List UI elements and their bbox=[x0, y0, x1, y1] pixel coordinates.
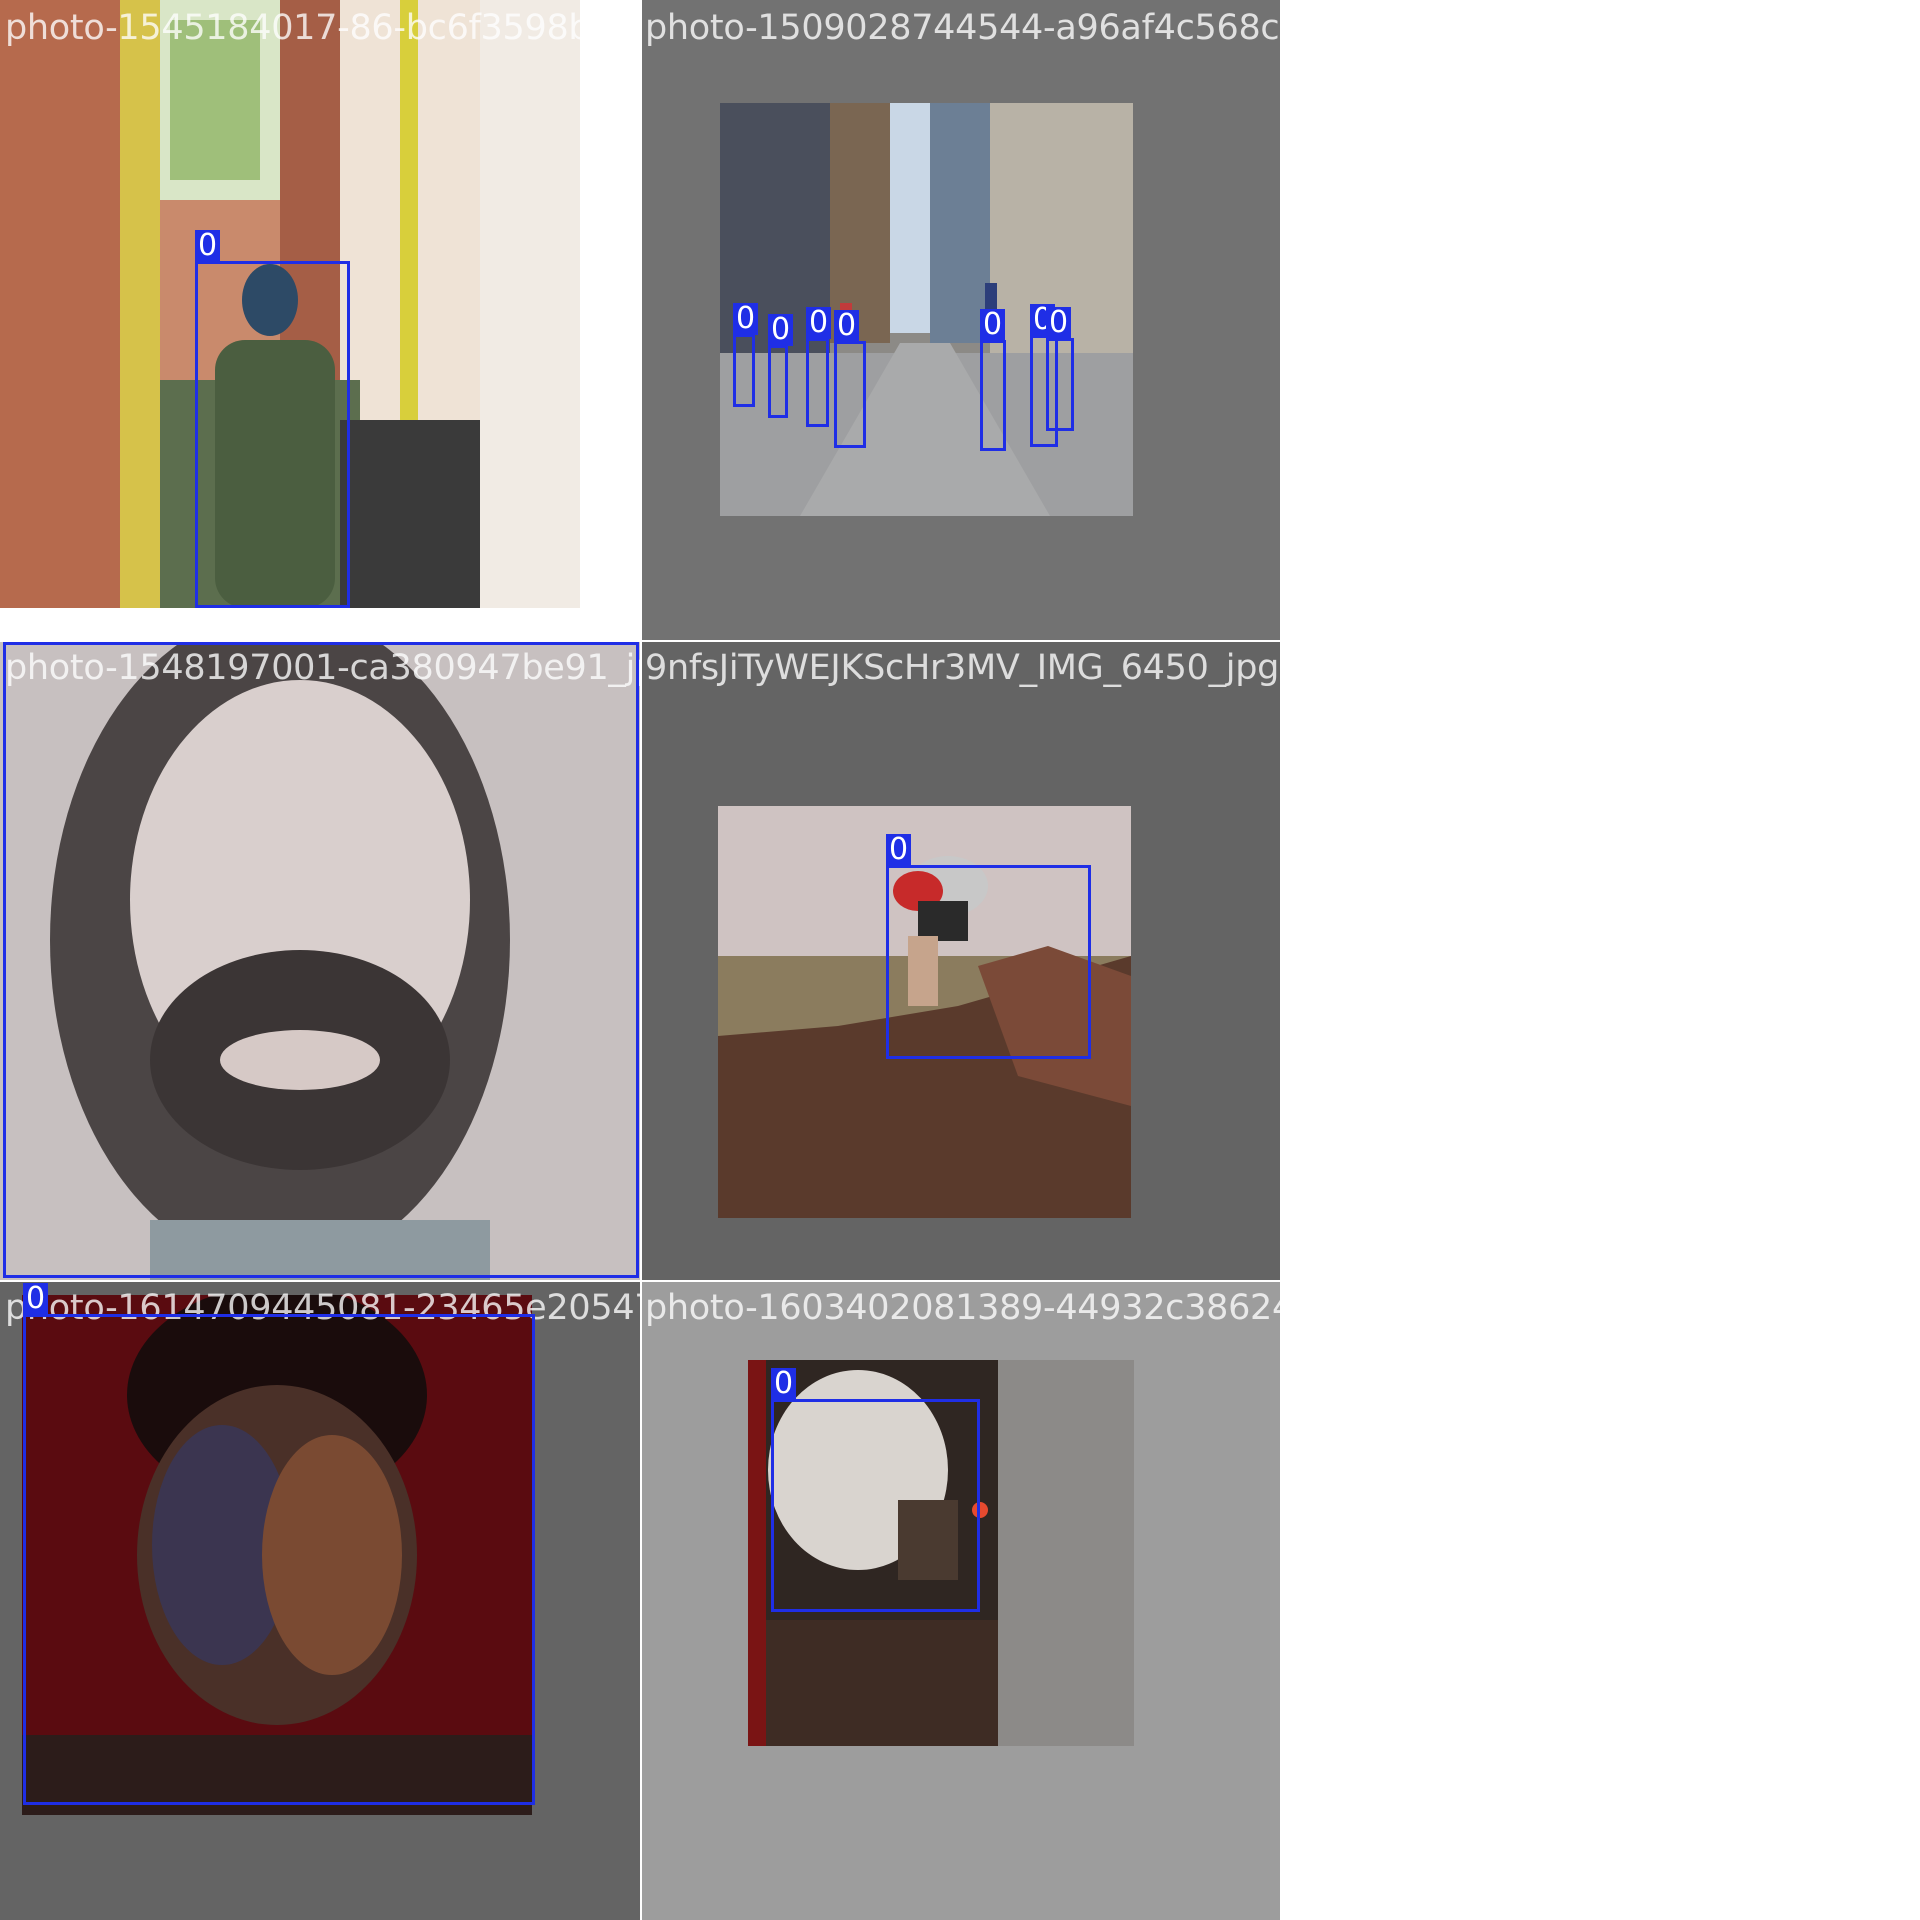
tile-bearded-man: 0 photo-1548197001-ca380947be91_jpg.rf.9… bbox=[0, 640, 640, 1280]
tile-alley: 0 photo-1545184017-86-bc6f3598b776_jpg.r… bbox=[0, 0, 640, 640]
tile-city-street: 0 0 0 0 0 0 0 photo-1509028744544-a96af4… bbox=[640, 0, 1280, 640]
detection-class-label: 0 bbox=[768, 314, 794, 346]
grid-divider bbox=[1280, 0, 1282, 1920]
detection-class-label: 0 bbox=[980, 309, 1006, 341]
detection-box: 0 bbox=[23, 1283, 535, 1805]
detection-class-label: 0 bbox=[886, 834, 912, 866]
detection-class-label: 0 bbox=[1046, 307, 1072, 339]
detection-box: 0 bbox=[1046, 307, 1074, 431]
detection-box: 0 bbox=[886, 834, 1091, 1059]
detection-box: 0 bbox=[768, 314, 794, 418]
detection-box: 0 bbox=[733, 303, 759, 407]
detection-class-label: 0 bbox=[195, 230, 221, 262]
detection-box: 0 bbox=[195, 230, 350, 608]
grid-divider bbox=[0, 1280, 1282, 1282]
tile-portrait: 0 photo-1614709445081-23465e20547_jpg.rf… bbox=[0, 1280, 640, 1920]
detection-class-label: 0 bbox=[806, 307, 832, 339]
detection-box: 0 bbox=[806, 307, 832, 427]
grid-divider bbox=[640, 0, 642, 1920]
detection-box: 0 bbox=[3, 640, 639, 1278]
detection-mosaic: 0 photo-1545184017-86-bc6f3598b776_jpg.r… bbox=[0, 0, 1920, 1920]
detection-box: 0 bbox=[771, 1368, 980, 1612]
tile-rainy-street: 0 photo-1603402081389-44932c386244_jpg.r… bbox=[640, 1280, 1280, 1920]
detection-class-label: 0 bbox=[834, 310, 860, 342]
detection-box: 0 bbox=[834, 310, 866, 448]
detection-class-label: 0 bbox=[23, 1283, 49, 1315]
tile-climber: 0 9nfsJiTyWEJKScHr3MV_IMG_6450_jpg.rf.3a… bbox=[640, 640, 1280, 1280]
grid-divider bbox=[0, 640, 1282, 642]
detection-class-label: 0 bbox=[733, 303, 759, 335]
detection-class-label: 0 bbox=[771, 1368, 797, 1400]
detection-box: 0 bbox=[980, 309, 1006, 451]
